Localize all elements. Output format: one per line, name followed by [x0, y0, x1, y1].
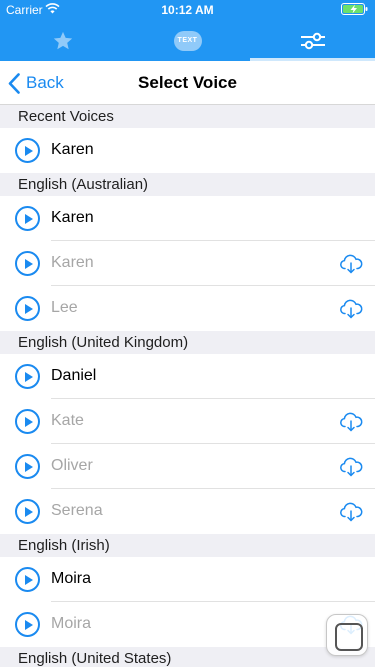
tab-settings[interactable] — [250, 20, 375, 61]
tab-text[interactable]: TEXT — [125, 20, 250, 61]
play-icon[interactable] — [15, 206, 40, 231]
text-bubble-icon: TEXT — [173, 30, 202, 51]
assistive-touch-button[interactable] — [326, 614, 368, 656]
section-header: English (Irish) — [0, 534, 375, 557]
voice-row[interactable]: Moira — [0, 557, 375, 602]
navigation-bar: Back Select Voice — [0, 61, 375, 105]
play-icon[interactable] — [15, 409, 40, 434]
play-icon[interactable] — [15, 454, 40, 479]
play-icon[interactable] — [15, 499, 40, 524]
cloud-download-icon[interactable] — [339, 457, 363, 477]
voice-name: Lee — [51, 299, 78, 316]
section-header: English (Australian) — [0, 173, 375, 196]
tab-favorites[interactable] — [0, 20, 125, 61]
tab-bar: TEXT — [0, 20, 375, 61]
voice-row[interactable]: Serena — [0, 489, 375, 534]
cloud-download-icon[interactable] — [339, 299, 363, 319]
cloud-download-icon[interactable] — [339, 254, 363, 274]
voice-row[interactable]: Lee — [0, 286, 375, 331]
voice-name: Karen — [51, 141, 94, 158]
play-icon[interactable] — [15, 567, 40, 592]
voice-name: Moira — [51, 615, 92, 632]
section-header: English (United Kingdom) — [0, 331, 375, 354]
battery-icon — [341, 3, 368, 15]
voice-row[interactable]: Daniel — [0, 354, 375, 399]
cloud-download-icon[interactable] — [339, 412, 363, 432]
section-header: English (United States) — [0, 647, 375, 667]
play-icon[interactable] — [15, 612, 40, 637]
voice-name: Moira — [51, 570, 92, 587]
voice-name: Serena — [51, 502, 103, 519]
play-icon[interactable] — [15, 364, 40, 389]
play-icon[interactable] — [15, 251, 40, 276]
voice-name: Kate — [51, 412, 84, 429]
voice-name: Karen — [51, 209, 94, 226]
voice-row[interactable]: Karen — [0, 128, 375, 173]
star-icon — [53, 31, 72, 49]
voice-row[interactable]: Karen — [0, 241, 375, 286]
voice-row[interactable]: Karen — [0, 196, 375, 241]
voice-row[interactable]: Oliver — [0, 444, 375, 489]
voice-name: Oliver — [51, 457, 93, 474]
play-icon[interactable] — [15, 138, 40, 163]
sliders-icon — [300, 32, 325, 49]
section-header: Recent Voices — [0, 105, 375, 128]
play-icon[interactable] — [15, 296, 40, 321]
voice-row[interactable]: Moira — [0, 602, 375, 647]
voice-list[interactable]: Recent Voices Karen English (Australian) Ka… — [0, 105, 375, 667]
cloud-download-icon[interactable] — [339, 502, 363, 522]
voice-row[interactable]: Kate — [0, 399, 375, 444]
status-time: 10:12 AM — [161, 3, 214, 17]
page-title: Select Voice — [138, 73, 237, 92]
voice-name: Karen — [51, 254, 94, 271]
voice-name: Daniel — [51, 367, 97, 384]
status-bar: Carrier 10:12 AM — [0, 0, 375, 20]
